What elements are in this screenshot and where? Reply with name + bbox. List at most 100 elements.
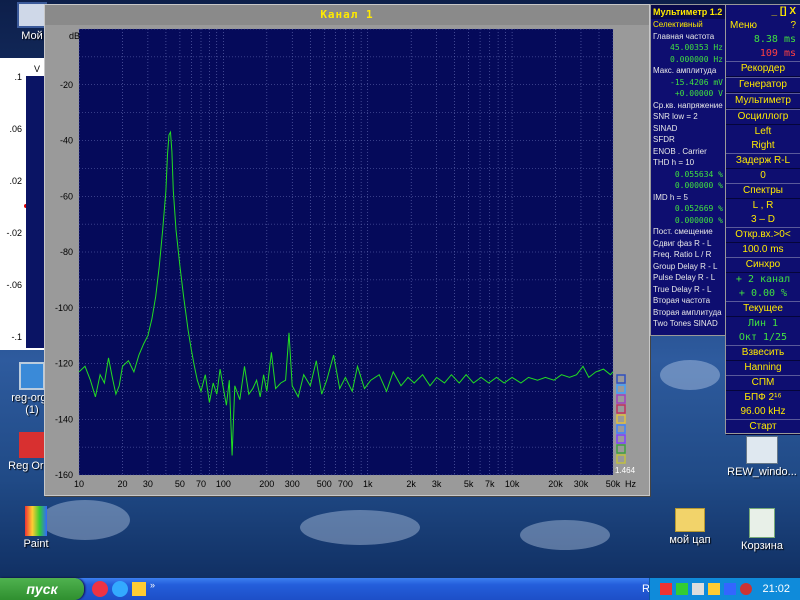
multimeter-row[interactable]: 0.052669 %	[651, 203, 725, 215]
browser-icon[interactable]	[112, 581, 128, 597]
control-row: БПФ 2¹⁶	[744, 392, 782, 403]
trace-selector-icon	[616, 434, 626, 444]
control-row[interactable]: Старт	[726, 419, 800, 435]
arrow-shortcut-icon	[746, 436, 778, 464]
multimeter-row[interactable]: IMD h = 5	[651, 192, 725, 204]
trace-selector-icon	[616, 444, 626, 454]
y-tick-label: -20	[60, 80, 73, 90]
multimeter-row[interactable]: Two Tones SINAD	[651, 318, 725, 330]
x-tick-label: 200	[259, 479, 274, 489]
y-tick-label: -80	[60, 247, 73, 257]
corner-value: 1.464	[615, 466, 636, 475]
menu-button[interactable]: Меню	[730, 19, 757, 33]
control-row[interactable]: Синхро	[726, 257, 800, 273]
multimeter-row[interactable]: 0.000000 %	[651, 180, 725, 192]
multimeter-row[interactable]: Макс. амплитуда	[651, 65, 725, 77]
multimeter-row[interactable]: Пост. смещение	[651, 226, 725, 238]
x-tick-label: 30	[143, 479, 153, 489]
x-tick-label: 3k	[432, 479, 442, 489]
y-unit-label: dB	[69, 31, 80, 41]
desktop-icon-rew[interactable]: REW_windo...	[724, 436, 800, 478]
tray-app-icon[interactable]	[724, 583, 736, 595]
timing-value: 8.38 ms	[753, 34, 796, 45]
control-panel[interactable]: _ [] X Меню ? 8.38 ms 109 ms Рекордер Ген…	[725, 4, 800, 435]
multimeter-row[interactable]: Pulse Delay R - L	[651, 272, 725, 284]
y-tick-label: -60	[60, 191, 73, 201]
desktop-icon-label: Мой	[21, 30, 43, 42]
multimeter-row[interactable]: Главная частота	[651, 31, 725, 43]
x-unit-label: Hz	[625, 479, 636, 489]
registry-icon	[19, 432, 45, 458]
taskbar: пуск » RL 21:02	[0, 578, 800, 600]
multimeter-row[interactable]: Вторая амплитуда	[651, 307, 725, 319]
control-row[interactable]: Текущее	[726, 301, 800, 317]
control-row[interactable]: Генератор	[726, 77, 800, 93]
window-controls[interactable]: _ [] X	[726, 5, 800, 19]
multimeter-row[interactable]: Freq. Ratio L / R	[651, 249, 725, 261]
multimeter-row[interactable]: Селективный	[651, 19, 725, 31]
multimeter-row[interactable]: SINAD	[651, 123, 725, 135]
timing-value: 109 ms	[759, 48, 796, 59]
opera-icon[interactable]	[92, 581, 108, 597]
trace-selector-icon	[616, 424, 626, 434]
help-button[interactable]: ?	[790, 19, 796, 33]
control-row: + 2 канал	[735, 274, 791, 285]
x-tick-label: 500	[317, 479, 332, 489]
background-oscilloscope-window[interactable]: .1 V .06 .02 -.02 -.06 -.1	[0, 58, 47, 350]
speaker-icon[interactable]	[708, 583, 720, 595]
paint-icon	[25, 506, 47, 536]
multimeter-row[interactable]: SNR low = 2	[651, 111, 725, 123]
multimeter-row[interactable]: SFDR	[651, 134, 725, 146]
control-row: Hanning	[744, 362, 782, 373]
system-tray: 21:02	[649, 578, 800, 600]
tray-app-icon[interactable]	[676, 583, 688, 595]
trace-selector-icon	[616, 414, 626, 424]
snow-patch	[300, 510, 420, 545]
clock: 21:02	[762, 583, 790, 595]
multimeter-row[interactable]: +0.00000 V	[651, 88, 725, 100]
multimeter-row[interactable]: ENOB . Carrier	[651, 146, 725, 158]
snow-patch	[660, 360, 720, 390]
control-row[interactable]: Взвесить	[726, 345, 800, 361]
desktop-icon-paint[interactable]: Paint	[0, 506, 74, 550]
control-row[interactable]: СПМ	[726, 375, 800, 391]
menu-row[interactable]: Меню ?	[726, 19, 800, 33]
multimeter-row[interactable]: Group Delay R - L	[651, 261, 725, 273]
x-tick-label: 2k	[406, 479, 416, 489]
control-row: Right	[751, 140, 775, 151]
tray-app-icon[interactable]	[692, 583, 704, 595]
multimeter-row[interactable]: Сдвиг фаз R - L	[651, 238, 725, 250]
control-row: L , R	[752, 200, 774, 211]
y-tick-label: -120	[55, 359, 73, 369]
multimeter-row[interactable]: Вторая частота	[651, 295, 725, 307]
desktop-icon-recycle-bin[interactable]: Корзина	[724, 508, 800, 552]
chevron-right-icon[interactable]: »	[150, 580, 155, 590]
control-row[interactable]: Осциллогр	[726, 109, 800, 125]
multimeter-row[interactable]: True Delay R - L	[651, 284, 725, 296]
control-row[interactable]: Спектры	[726, 183, 800, 199]
security-icon[interactable]	[740, 583, 752, 595]
multimeter-row[interactable]: 0.000000 %	[651, 215, 725, 227]
control-row[interactable]: Рекордер	[726, 61, 800, 77]
tray-app-icon[interactable]	[660, 583, 672, 595]
x-tick-label: 1k	[363, 479, 373, 489]
x-tick-label: 50k	[606, 479, 621, 489]
multimeter-row[interactable]: 0.055634 %	[651, 169, 725, 181]
control-row[interactable]: Мультиметр	[726, 93, 800, 109]
multimeter-row[interactable]: Ср.кв. напряжение	[651, 100, 725, 112]
spectrum-window[interactable]: Канал 1 -20 -40 -60 -80 -100 -120 -140 -160 10 20…	[44, 4, 650, 496]
multimeter-panel[interactable]: Мультиметр 1.2 Селективный Главная частот…	[650, 4, 726, 336]
multimeter-row[interactable]: 45.00353 Hz	[651, 42, 725, 54]
desktop-icon-my-dac[interactable]: мой цап	[652, 508, 728, 546]
folder-icon	[675, 508, 705, 532]
start-button[interactable]: пуск	[0, 578, 84, 600]
multimeter-row[interactable]: 0.000000 Hz	[651, 54, 725, 66]
control-row: 0	[760, 170, 766, 181]
x-tick-label: 20	[117, 479, 127, 489]
folder-quicklaunch-icon[interactable]	[132, 582, 146, 596]
spectrum-plot[interactable]: -20 -40 -60 -80 -100 -120 -140 -16010 20 30 50 70 10…	[45, 25, 649, 495]
control-row[interactable]: Откр.вх.>0<	[726, 227, 800, 243]
multimeter-row[interactable]: -15.4206 mV	[651, 77, 725, 89]
multimeter-row[interactable]: THD h = 10	[651, 157, 725, 169]
control-row[interactable]: Задерж R-L	[726, 153, 800, 169]
